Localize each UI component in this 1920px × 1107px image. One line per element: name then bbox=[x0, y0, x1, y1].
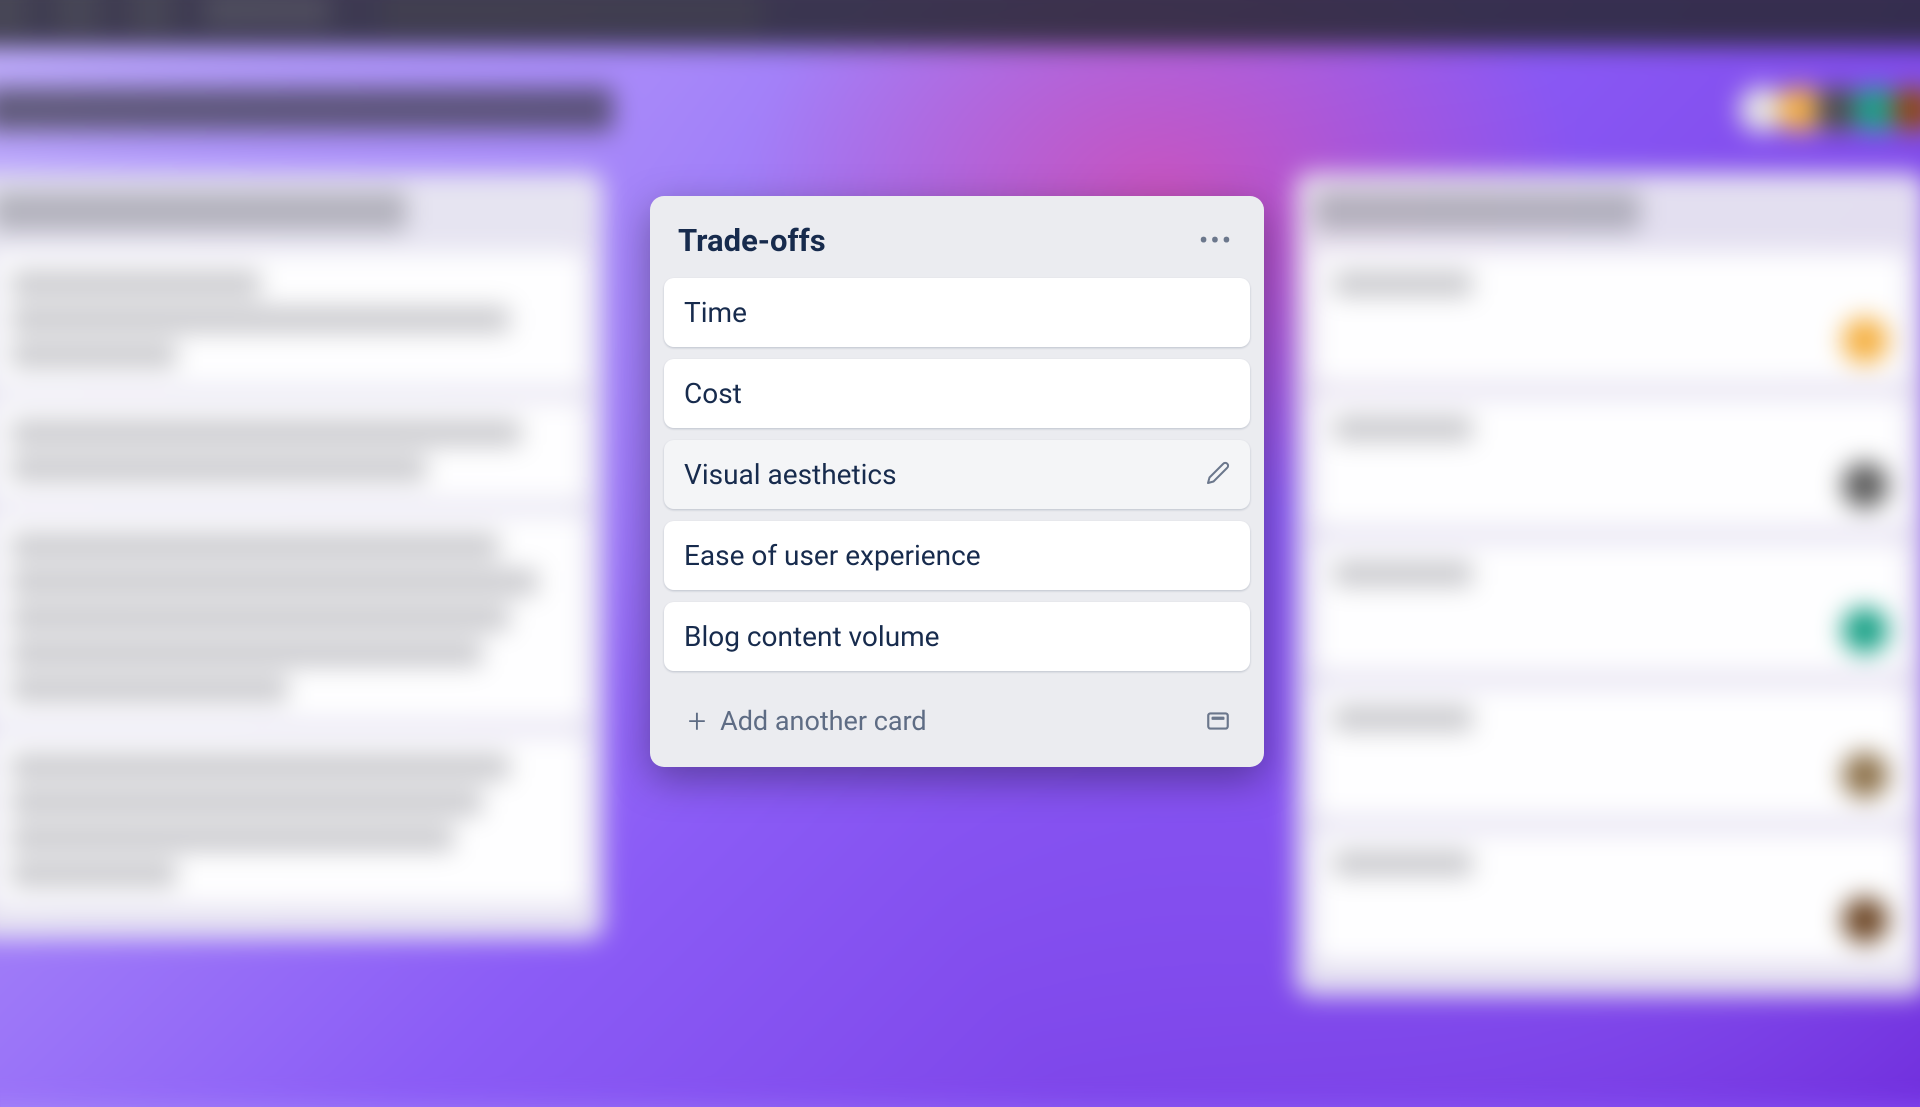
list-menu-button[interactable]: ••• bbox=[1196, 220, 1236, 260]
card-title: Blog content volume bbox=[684, 620, 940, 653]
card-blurred bbox=[0, 401, 584, 500]
card-blurred bbox=[1315, 832, 1907, 962]
list-blurred-left bbox=[0, 172, 603, 938]
cards-container: Time Cost Visual aesthetics Ease of user ex… bbox=[664, 278, 1250, 671]
list-blurred-right bbox=[1296, 172, 1920, 995]
card-blurred bbox=[1315, 252, 1907, 382]
boards-icon-blurred bbox=[131, 0, 173, 31]
avatar-blurred bbox=[1842, 897, 1888, 943]
list-tradeoffs: Trade-offs ••• Time Cost Visual aesthetics… bbox=[650, 196, 1264, 767]
plus-icon: + bbox=[688, 705, 706, 737]
pencil-icon[interactable] bbox=[1206, 461, 1230, 489]
card-title: Visual aesthetics bbox=[684, 458, 897, 491]
card[interactable]: Blog content volume bbox=[664, 602, 1250, 671]
card[interactable]: Cost bbox=[664, 359, 1250, 428]
ellipsis-icon: ••• bbox=[1199, 224, 1233, 257]
card-title: Time bbox=[684, 296, 747, 329]
avatar-blurred bbox=[1842, 462, 1888, 508]
avatar-blurred bbox=[1842, 607, 1888, 653]
boards-label-blurred bbox=[204, 0, 330, 25]
card-title: Ease of user experience bbox=[684, 539, 981, 572]
card[interactable]: Time bbox=[664, 278, 1250, 347]
menu-icon-blurred bbox=[0, 0, 26, 31]
board-title-blurred bbox=[0, 87, 614, 131]
add-card-label: Add another card bbox=[720, 705, 927, 737]
card-blurred bbox=[0, 252, 584, 386]
card-blurred bbox=[1315, 687, 1907, 817]
card-blurred bbox=[0, 735, 584, 905]
avatar-blurred bbox=[1842, 752, 1888, 798]
template-icon bbox=[1205, 708, 1231, 734]
list-header-blurred bbox=[1315, 191, 1641, 231]
board-header-blurred bbox=[0, 78, 1920, 141]
template-button[interactable] bbox=[1200, 703, 1236, 739]
home-icon-blurred bbox=[57, 0, 99, 31]
topbar-blurred bbox=[0, 0, 1920, 47]
card[interactable]: Visual aesthetics bbox=[664, 440, 1250, 509]
card-blurred bbox=[1315, 542, 1907, 672]
list-header: Trade-offs ••• bbox=[664, 210, 1250, 278]
add-card-row: + Add another card bbox=[664, 683, 1250, 753]
list-header-blurred bbox=[0, 191, 406, 231]
card-title: Cost bbox=[684, 377, 742, 410]
card[interactable]: Ease of user experience bbox=[664, 521, 1250, 590]
member-avatars-blurred bbox=[1748, 86, 1920, 132]
search-blurred bbox=[383, 0, 761, 32]
card-blurred bbox=[0, 515, 584, 721]
avatar-blurred bbox=[1842, 317, 1888, 363]
add-card-button[interactable]: + Add another card bbox=[678, 697, 1200, 745]
avatar-blurred bbox=[1890, 86, 1920, 132]
list-title[interactable]: Trade-offs bbox=[678, 222, 826, 259]
card-blurred bbox=[1315, 397, 1907, 527]
